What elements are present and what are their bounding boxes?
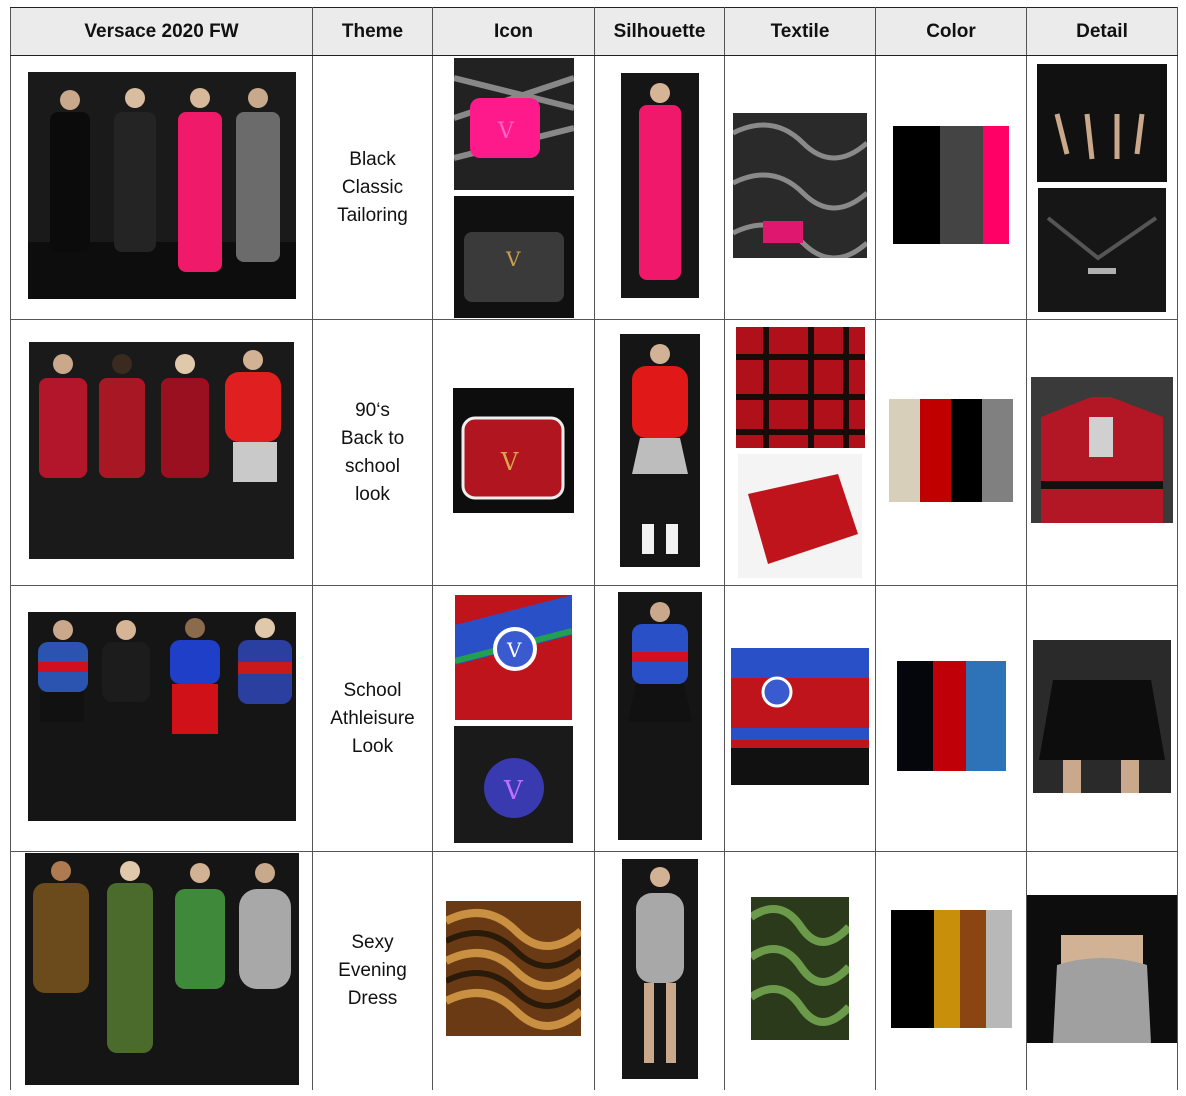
- textile-photo: [731, 647, 869, 785]
- color-swatch: [889, 398, 920, 502]
- header-icon: Icon: [432, 7, 595, 56]
- detail-cell: [1026, 585, 1178, 852]
- header-collection: Versace 2020 FW: [10, 7, 313, 56]
- color-swatch: [985, 909, 1012, 1028]
- icon-photo-black-bag: V: [453, 195, 574, 318]
- header-silhouette: Silhouette: [594, 7, 725, 56]
- icon-cell: V V: [432, 55, 595, 320]
- detail-photo-metallic: [1027, 894, 1177, 1043]
- icon-cell: V: [432, 319, 595, 586]
- theme-cell: 90‘s Back to school look: [312, 319, 433, 586]
- color-swatch: [920, 398, 951, 502]
- textile-photo-croc: [738, 454, 862, 578]
- runway-cell: [10, 585, 313, 852]
- runway-cell: [10, 851, 313, 1090]
- svg-text:V: V: [503, 776, 524, 806]
- icon-photo-logo-bag: V: [454, 725, 573, 843]
- color-palette: [896, 661, 1006, 771]
- icon-photo-print: [446, 901, 581, 1036]
- runway-cell: [10, 55, 313, 320]
- color-swatch: [890, 909, 934, 1028]
- svg-text:V: V: [505, 247, 521, 271]
- color-swatch: [959, 909, 986, 1028]
- color-cell: [875, 55, 1027, 320]
- color-swatch: [893, 126, 940, 244]
- color-swatch: [933, 909, 960, 1028]
- color-palette: [889, 398, 1013, 502]
- silhouette-cell: [594, 851, 725, 1090]
- textile-cell: [724, 55, 876, 320]
- textile-cell: [724, 585, 876, 852]
- table-row: 90‘s Back to school look V: [10, 319, 1178, 586]
- detail-photo-leather: [1038, 187, 1166, 312]
- silhouette-photo: [619, 333, 700, 567]
- color-swatch: [896, 661, 933, 771]
- color-swatch: [940, 126, 983, 244]
- theme-text: Black Classic Tailoring: [337, 148, 408, 226]
- table-row: Black Classic Tailoring V V: [10, 55, 1178, 320]
- color-cell: [875, 585, 1027, 852]
- icon-photo-logo-sweater: V: [455, 594, 572, 720]
- header-color: Color: [875, 7, 1027, 56]
- icon-cell: V V: [432, 585, 595, 852]
- silhouette-photo: [620, 72, 699, 298]
- header-detail: Detail: [1026, 7, 1178, 56]
- icon-cell: [432, 851, 595, 1090]
- textile-cell: [724, 319, 876, 586]
- textile-photo: [733, 112, 867, 258]
- color-swatch: [932, 661, 966, 771]
- header-textile: Textile: [724, 7, 876, 56]
- theme-text: School Athleisure Look: [330, 679, 415, 757]
- silhouette-cell: [594, 55, 725, 320]
- header-row: Versace 2020 FW Theme Icon Silhouette Te…: [10, 7, 1178, 56]
- textile-photo: [751, 897, 849, 1040]
- theme-text: 90‘s Back to school look: [340, 399, 405, 505]
- color-swatch: [965, 661, 1006, 771]
- svg-text:V: V: [497, 119, 515, 144]
- theme-cell: Sexy Evening Dress: [312, 851, 433, 1090]
- silhouette-cell: [594, 319, 725, 586]
- detail-cell: [1026, 319, 1178, 586]
- table-row: Sexy Evening Dress: [10, 851, 1178, 1090]
- svg-text:V: V: [506, 638, 522, 662]
- table-row: School Athleisure Look V V: [10, 585, 1178, 852]
- detail-photo-cutout: [1037, 63, 1167, 182]
- color-cell: [875, 319, 1027, 586]
- color-cell: [875, 851, 1027, 1090]
- theme-cell: School Athleisure Look: [312, 585, 433, 852]
- silhouette-cell: [594, 585, 725, 852]
- theme-text: Sexy Evening Dress: [338, 932, 407, 1009]
- textile-cell: [724, 851, 876, 1090]
- color-swatch: [951, 398, 982, 502]
- color-swatch: [983, 126, 1009, 244]
- runway-cell: [10, 319, 313, 586]
- color-swatch: [982, 398, 1013, 502]
- runway-photo: [27, 611, 296, 821]
- icon-photo-pink-bag: V: [453, 57, 574, 190]
- detail-cell: [1026, 851, 1178, 1090]
- detail-cell: [1026, 55, 1178, 320]
- runway-photo: [27, 71, 296, 299]
- header-theme: Theme: [312, 7, 433, 56]
- silhouette-photo: [617, 592, 702, 840]
- theme-cell: Black Classic Tailoring: [312, 55, 433, 320]
- icon-photo-plaid-bag: V: [453, 387, 574, 513]
- detail-photo-jacket: [1031, 377, 1173, 523]
- color-palette: [890, 909, 1012, 1028]
- runway-photo: [24, 852, 299, 1085]
- svg-text:V: V: [500, 448, 519, 476]
- silhouette-photo: [621, 858, 698, 1079]
- textile-photo-plaid: [735, 327, 865, 448]
- color-palette: [893, 126, 1009, 244]
- detail-photo-skirt: [1033, 639, 1171, 793]
- runway-photo: [29, 341, 294, 559]
- trend-analysis-table: Versace 2020 FW Theme Icon Silhouette Te…: [10, 7, 1178, 1090]
